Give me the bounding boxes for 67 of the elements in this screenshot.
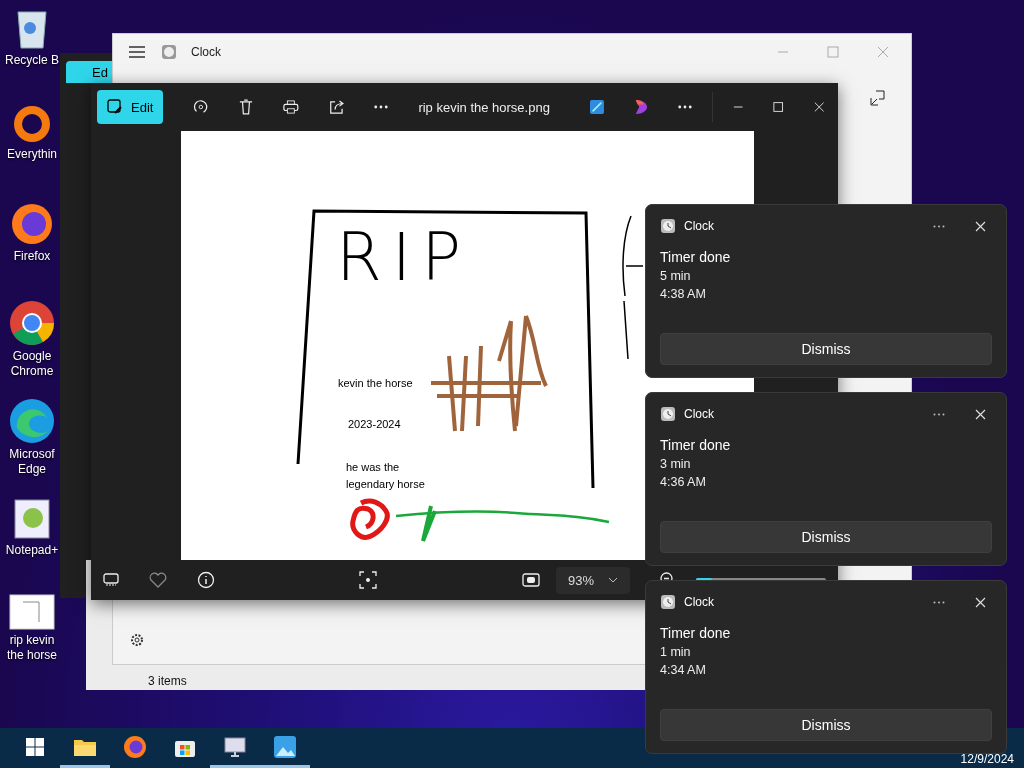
desktop-icon-label[interactable]: Microsof Edge bbox=[4, 447, 60, 477]
more-icon[interactable] bbox=[677, 105, 692, 109]
desktop-icon-label[interactable]: Everythin bbox=[4, 147, 60, 162]
fit-to-window-icon[interactable] bbox=[521, 573, 540, 587]
info-icon[interactable] bbox=[197, 571, 215, 589]
notification-title: Timer done bbox=[660, 248, 732, 267]
delete-icon[interactable] bbox=[239, 98, 254, 116]
notification-title: Timer done bbox=[660, 436, 732, 455]
clock-icon bbox=[660, 594, 676, 610]
filmstrip-icon[interactable] bbox=[103, 573, 119, 587]
focus-icon[interactable] bbox=[359, 571, 378, 589]
edit-button[interactable]: Ed bbox=[66, 61, 112, 83]
epitaph-text: he was the legendary horse bbox=[346, 460, 426, 492]
dismiss-button[interactable]: Dismiss bbox=[660, 709, 992, 741]
date-text: 12/9/2024 bbox=[960, 752, 1014, 766]
print-icon[interactable] bbox=[283, 99, 299, 115]
clock-icon bbox=[660, 218, 676, 234]
dismiss-button[interactable]: Dismiss bbox=[660, 521, 992, 553]
firefox-icon[interactable] bbox=[10, 202, 54, 246]
heart-icon[interactable] bbox=[149, 572, 167, 588]
edge-icon[interactable] bbox=[9, 398, 55, 444]
file-name: rip kevin the horse.png bbox=[418, 99, 550, 115]
timer-duration: 3 min bbox=[660, 456, 692, 473]
share-icon[interactable] bbox=[328, 99, 345, 115]
notification-title: Timer done bbox=[660, 624, 732, 643]
compact-view-icon[interactable] bbox=[870, 90, 886, 106]
heading-text: RIP bbox=[336, 219, 472, 296]
app-name: Clock bbox=[684, 595, 714, 609]
window-title: Clock bbox=[191, 45, 221, 59]
timer-duration: 5 min bbox=[660, 268, 692, 285]
clock-icon bbox=[660, 406, 676, 422]
chrome-icon[interactable] bbox=[9, 300, 55, 346]
chevron-down-icon bbox=[608, 577, 618, 583]
desktop-icon-label[interactable]: Recycle B bbox=[4, 53, 60, 68]
clock-icon bbox=[161, 44, 177, 60]
menu-icon[interactable] bbox=[129, 46, 145, 58]
desktop-icon-label[interactable]: rip kevin the horse bbox=[4, 633, 60, 663]
desktop-icon-label[interactable]: Google Chrome bbox=[4, 349, 60, 379]
app-name: Clock bbox=[684, 407, 714, 421]
more-icon[interactable] bbox=[933, 412, 945, 416]
ring-icon[interactable] bbox=[12, 104, 52, 144]
notification-time: 4:34 AM bbox=[660, 662, 707, 679]
start-icon[interactable] bbox=[26, 737, 44, 756]
notepad-icon[interactable] bbox=[11, 496, 53, 540]
photos-icon[interactable] bbox=[274, 735, 296, 758]
name-text: kevin the horse bbox=[338, 377, 413, 389]
notification-time: 4:38 AM bbox=[660, 286, 707, 303]
edit-image-icon bbox=[107, 99, 123, 115]
zoom-dropdown[interactable]: 93% bbox=[555, 566, 630, 594]
desktop-icon-label[interactable]: Notepad+ bbox=[4, 543, 60, 558]
image-edit-icon[interactable] bbox=[589, 99, 604, 115]
timer-duration: 1 min bbox=[660, 644, 692, 661]
settings-icon[interactable] bbox=[129, 632, 145, 648]
monitor-icon[interactable] bbox=[223, 735, 247, 758]
dismiss-button[interactable]: Dismiss bbox=[660, 333, 992, 365]
status-text: 3 items bbox=[148, 674, 187, 688]
more-icon[interactable] bbox=[933, 600, 945, 604]
image-file-icon[interactable] bbox=[9, 594, 55, 630]
years-text: 2023-2024 bbox=[348, 418, 401, 430]
firefox-icon[interactable] bbox=[123, 734, 147, 759]
more-icon[interactable] bbox=[933, 224, 945, 228]
more-icon[interactable] bbox=[374, 105, 389, 109]
desktop-icon-label[interactable]: Firefox bbox=[4, 249, 60, 264]
app-logo-icon[interactable] bbox=[633, 98, 648, 116]
notification-time: 4:36 AM bbox=[660, 474, 707, 491]
app-name: Clock bbox=[684, 219, 714, 233]
edit-button[interactable]: Edit bbox=[97, 90, 164, 124]
